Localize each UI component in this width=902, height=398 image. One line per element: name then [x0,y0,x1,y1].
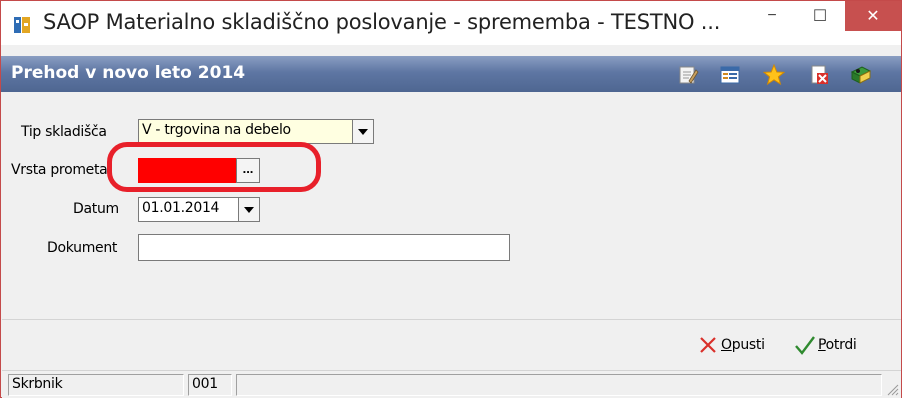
datum-date-picker[interactable]: 01.01.2014 [138,197,260,222]
checkmark-icon [795,336,815,355]
star-icon[interactable] [763,64,785,86]
edit-icon[interactable] [677,64,699,86]
book-icon[interactable] [850,64,872,86]
tip-skladisca-select[interactable]: V - trgovina na debelo [138,119,374,144]
status-user: Skrbnik [8,374,184,396]
dokument-input[interactable] [138,234,510,261]
form-title: Prehod v novo leto 2014 [11,63,246,83]
title-bar: SAOP Materialno skladiščno poslovanje - … [1,1,901,45]
resize-grip-icon[interactable] [885,382,899,396]
confirm-label: otrdi [825,337,857,353]
status-bar: Skrbnik 001 [2,370,901,398]
cancel-button[interactable]: Opusti [698,331,765,359]
close-button[interactable]: ✕ [845,1,901,31]
tip-skladisca-label: Tip skladišča [21,124,107,140]
form-header: Prehod v novo leto 2014 [1,56,901,92]
maximize-button[interactable]: ☐ [797,1,843,31]
datum-value: 01.01.2014 [142,200,220,216]
datum-label: Datum [73,201,119,217]
chevron-down-icon[interactable] [352,120,373,143]
list-icon[interactable] [719,64,741,86]
highlight-annotation [107,142,321,192]
confirm-button[interactable]: Potrdi [794,331,857,359]
cancel-label: pusti [731,337,765,353]
minimize-button[interactable]: − [749,1,795,31]
app-icon [14,17,30,33]
vrsta-prometa-label: Vrsta prometa [11,162,108,178]
window-title: SAOP Materialno skladiščno poslovanje - … [43,10,721,34]
tip-skladisca-value: V - trgovina na debelo [142,122,291,138]
confirm-accesskey: P [818,337,826,353]
cancel-accesskey: O [721,337,732,353]
application-window: SAOP Materialno skladiščno poslovanje - … [0,0,902,398]
chevron-down-icon[interactable] [238,198,259,221]
status-message [236,374,882,396]
status-code: 001 [188,374,232,396]
divider [2,319,901,320]
cancel-icon [700,337,716,353]
dokument-label: Dokument [47,240,118,256]
delete-icon[interactable] [809,64,831,86]
